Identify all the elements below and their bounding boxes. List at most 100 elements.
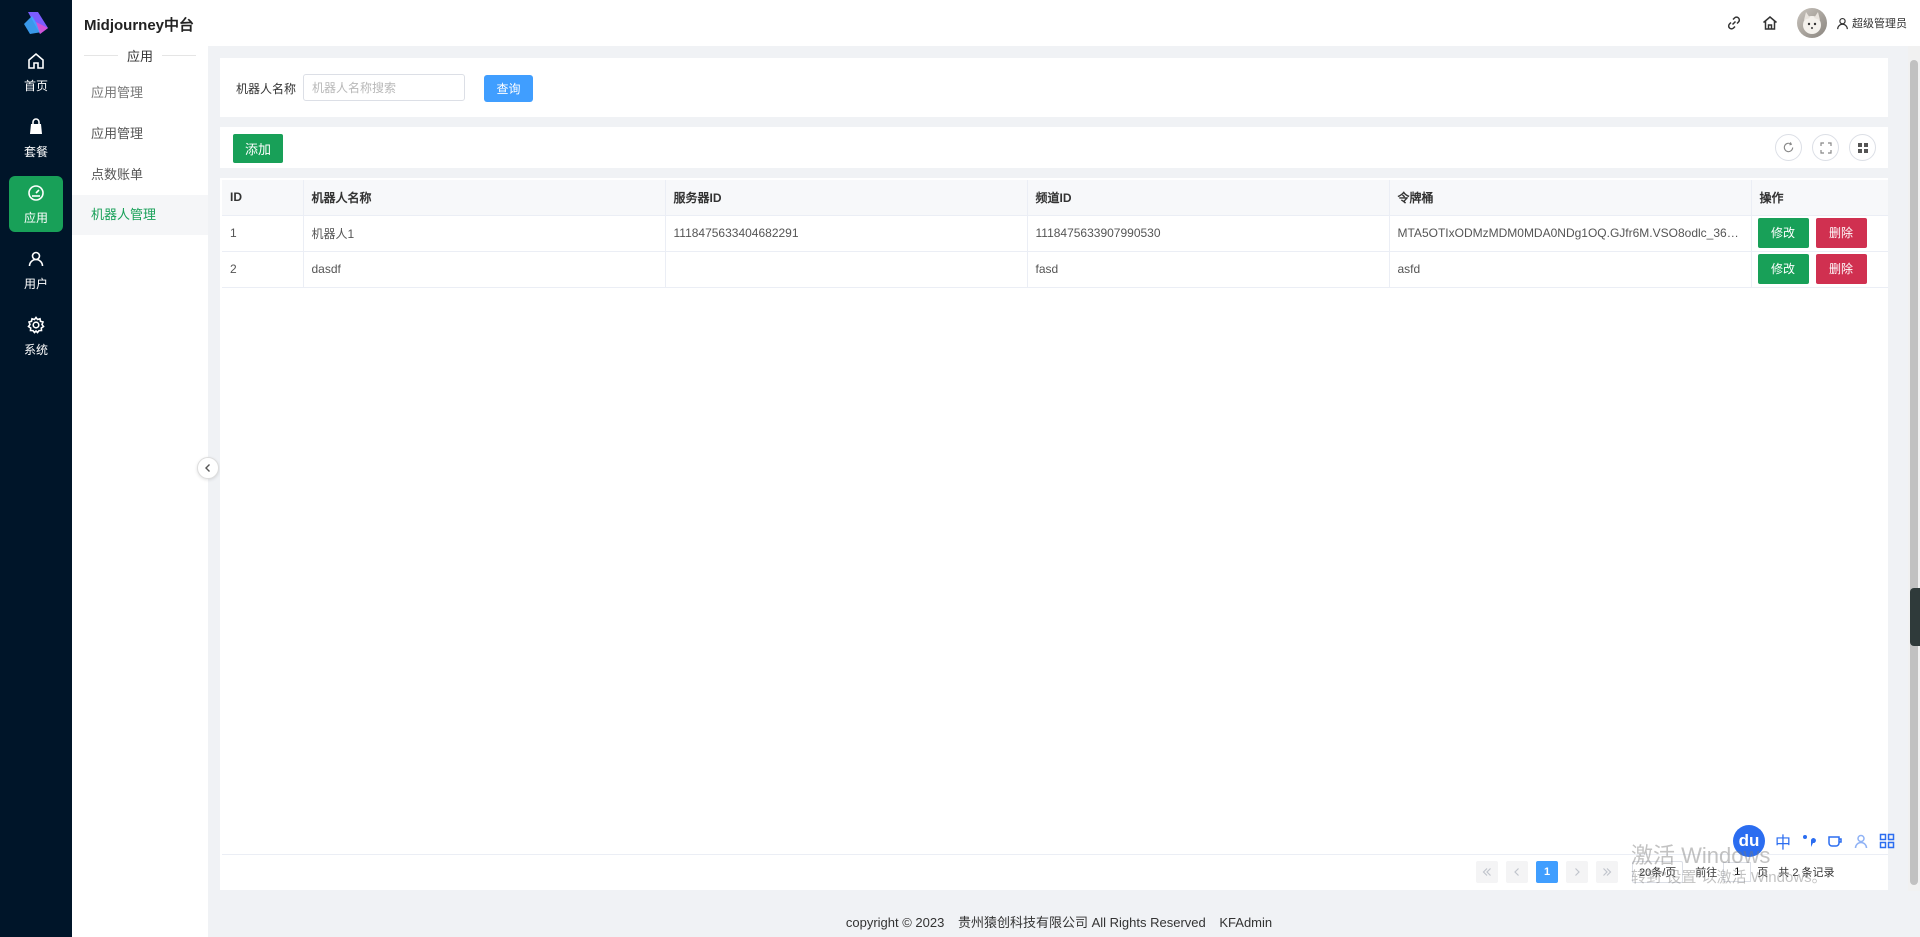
edit-button[interactable]: 修改 <box>1757 218 1809 248</box>
nav-label: 首页 <box>23 78 48 93</box>
fullscreen-icon <box>1819 141 1832 154</box>
nav-item-package[interactable]: 套餐 <box>9 110 63 166</box>
column-header-server-id: 服务器ID <box>665 180 1028 216</box>
edit-button[interactable]: 修改 <box>1757 254 1809 284</box>
next-page-button[interactable] <box>1566 861 1588 883</box>
cell-channel-id: 1118475633907990530 <box>1027 215 1390 252</box>
double-chevron-right-icon <box>1603 868 1612 876</box>
nav-label: 应用 <box>23 210 48 225</box>
pagination-divider <box>222 854 1888 855</box>
table-row: 2 dasdf fasd asfd 修改 删除 <box>222 251 1888 288</box>
footer: copyright © 2023 贵州猿创科技有限公司 All Rights R… <box>208 912 1910 931</box>
user-icon <box>28 251 44 266</box>
delete-button[interactable]: 删除 <box>1815 254 1867 284</box>
first-page-button[interactable] <box>1476 861 1498 883</box>
cell-channel-id: fasd <box>1027 251 1390 288</box>
query-button[interactable]: 查询 <box>484 75 533 102</box>
column-settings-button[interactable] <box>1849 134 1876 161</box>
ime-toolbar: du 中 <box>1733 824 1905 858</box>
side-widget-handle[interactable] <box>1910 588 1920 646</box>
link-icon[interactable] <box>1725 14 1743 32</box>
home-icon[interactable] <box>1761 14 1779 32</box>
punctuation-icon[interactable] <box>1801 833 1817 849</box>
column-header-actions: 操作 <box>1751 180 1888 216</box>
column-header-robot-name: 机器人名称 <box>303 180 666 216</box>
menu-group-title: 应用 <box>72 46 208 64</box>
cell-id: 1 <box>222 215 304 252</box>
table-header-row: ID 机器人名称 服务器ID 频道ID 令牌桶 操作 <box>222 180 1888 216</box>
grid-menu-icon[interactable] <box>1879 833 1895 849</box>
goto-page-input[interactable] <box>1723 862 1752 882</box>
prev-page-button[interactable] <box>1506 861 1528 883</box>
column-header-token: 令牌桶 <box>1389 180 1752 216</box>
logo-icon <box>24 12 48 34</box>
avatar[interactable] <box>1797 8 1827 38</box>
scrollbar-thumb[interactable] <box>1910 60 1918 885</box>
gauge-icon <box>28 184 44 201</box>
cup-icon[interactable] <box>1827 833 1843 849</box>
ime-logo[interactable]: du <box>1733 825 1765 857</box>
table-panel: ID 机器人名称 服务器ID 频道ID 令牌桶 操作 1 机器人1 111847… <box>220 178 1888 890</box>
refresh-button[interactable] <box>1775 134 1802 161</box>
toolbar-panel: 添加 <box>220 127 1888 168</box>
nav-item-system[interactable]: 系统 <box>9 308 63 364</box>
fullscreen-button[interactable] <box>1812 134 1839 161</box>
bag-icon <box>30 117 42 134</box>
user-circle-icon[interactable] <box>1853 833 1869 849</box>
chevron-right-icon <box>1575 868 1580 876</box>
cell-server-id: 1118475633404682291 <box>665 215 1028 252</box>
footer-copyright: copyright © 2023 <box>845 915 945 930</box>
total-records: 共 2 条记录 <box>1778 867 1835 879</box>
nav-item-user[interactable]: 用户 <box>9 242 63 298</box>
cell-token: asfd <box>1389 251 1752 288</box>
page-size-select[interactable]: 20条/页 <box>1632 861 1684 883</box>
ime-mode-toggle[interactable]: 中 <box>1775 829 1791 853</box>
header <box>208 0 1920 46</box>
user-menu[interactable]: 超级管理员 <box>1836 14 1907 32</box>
grid-icon <box>1857 142 1868 153</box>
robot-name-search-input[interactable] <box>303 74 465 101</box>
page-unit-label: 页 <box>1757 867 1769 879</box>
cell-id: 2 <box>222 251 304 288</box>
robot-table: ID 机器人名称 服务器ID 频道ID 令牌桶 操作 1 机器人1 111847… <box>222 180 1888 288</box>
cell-token: MTA5OTIxODMzMDM0MDA0NDg1OQ.GJfr6M.VSO8od… <box>1389 215 1752 252</box>
add-button[interactable]: 添加 <box>233 134 283 163</box>
footer-brand: KFAdmin <box>1219 915 1273 930</box>
pagination: 1 20条/页 前往 页 共 2 条记录 <box>1476 860 1835 884</box>
cell-actions: 修改 删除 <box>1751 251 1888 288</box>
column-header-id: ID <box>222 180 304 216</box>
username: 超级管理员 <box>1852 18 1907 30</box>
nav-label: 套餐 <box>23 144 48 159</box>
avatar-image-icon <box>1803 12 1821 34</box>
side-menu: Midjourney中台 应用 应用管理 应用管理 点数账单 机器人管理 <box>72 0 208 937</box>
nav-item-app[interactable]: 应用 <box>9 176 63 232</box>
column-header-channel-id: 频道ID <box>1027 180 1390 216</box>
cell-robot-name: dasdf <box>303 251 666 288</box>
refresh-icon <box>1783 142 1794 153</box>
menu-item-robot-management[interactable]: 机器人管理 <box>72 195 208 235</box>
page-number-button[interactable]: 1 <box>1536 861 1558 883</box>
nav-rail: 首页 套餐 应用 用户 系统 <box>0 0 72 937</box>
search-panel: 机器人名称 查询 <box>220 58 1888 117</box>
nav-label: 系统 <box>23 342 48 357</box>
sidebar-collapse-button[interactable] <box>197 457 219 479</box>
user-icon <box>1837 17 1848 29</box>
delete-button[interactable]: 删除 <box>1815 218 1867 248</box>
chevron-left-icon <box>205 464 210 472</box>
cell-actions: 修改 删除 <box>1751 215 1888 252</box>
cell-server-id <box>665 251 1028 288</box>
robot-name-label: 机器人名称 <box>236 82 297 96</box>
app-title: Midjourney中台 <box>84 17 195 34</box>
nav-label: 用户 <box>23 276 48 291</box>
chevron-left-icon <box>1514 868 1519 876</box>
menu-item-points-bill[interactable]: 点数账单 <box>72 155 208 195</box>
home-icon <box>28 52 44 69</box>
gear-icon <box>27 315 45 334</box>
menu-item-app-management-2[interactable]: 应用管理 <box>72 114 208 154</box>
goto-label: 前往 <box>1695 867 1718 879</box>
footer-company: 贵州猿创科技有限公司 All Rights Reserved <box>957 915 1206 930</box>
last-page-button[interactable] <box>1596 861 1618 883</box>
menu-item-app-management[interactable]: 应用管理 <box>72 73 208 113</box>
nav-item-home[interactable]: 首页 <box>9 44 63 100</box>
table-row: 1 机器人1 1118475633404682291 1118475633907… <box>222 215 1888 252</box>
